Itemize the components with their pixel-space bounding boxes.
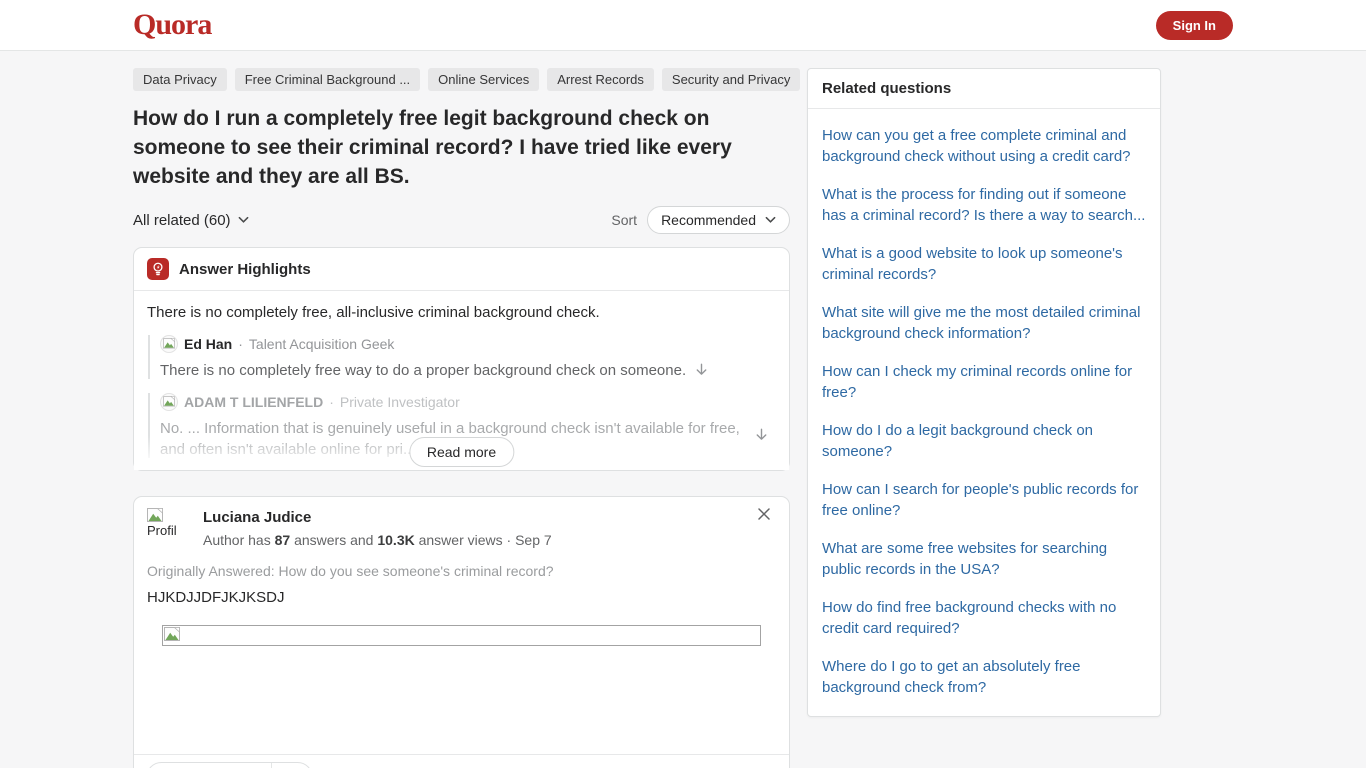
- related-question-link[interactable]: How can I search for people's public rec…: [808, 470, 1160, 529]
- answer-highlights-card: Answer Highlights There is no completely…: [133, 247, 790, 471]
- answers-controls-row: All related (60) Sort Recommended: [133, 206, 790, 234]
- answer-author-header: Profil Luciana Judice Author has 87 answ…: [147, 508, 776, 550]
- related-question-link[interactable]: What are some free websites for searchin…: [808, 529, 1160, 588]
- sort-label: Sort: [611, 212, 638, 228]
- page-body: Data Privacy Free Criminal Background ..…: [0, 51, 1366, 768]
- related-question-link[interactable]: Where do I go to get an absolutely free …: [808, 647, 1160, 706]
- answer-action-bar: Upvote · 13: [134, 754, 789, 768]
- separator-dot: ·: [329, 394, 334, 410]
- highlight-quote-ed-han: Ed Han · Talent Acquisition Geek There i…: [148, 335, 776, 379]
- quote-text: There is no completely free way to do a …: [160, 362, 776, 379]
- related-questions-list: How can you get a free complete criminal…: [808, 109, 1160, 716]
- related-question-link[interactable]: How can I check my criminal records onli…: [808, 352, 1160, 411]
- sort-dropdown[interactable]: Recommended: [647, 206, 790, 234]
- answer-author-info: Luciana Judice Author has 87 answers and…: [203, 508, 552, 550]
- sidebar: Related questions How can you get a free…: [807, 68, 1161, 717]
- chevron-down-icon: [765, 216, 776, 224]
- quote-author-credential: Talent Acquisition Geek: [248, 336, 395, 352]
- answers-count: 87: [274, 532, 291, 548]
- quote-text-content: There is no completely free way to do a …: [160, 362, 687, 379]
- highlights-summary-text: There is no completely free, all-inclusi…: [147, 304, 600, 321]
- answer-body-text: HJKDJJDFJKJKSDJ: [147, 589, 285, 606]
- avatar[interactable]: Profil: [147, 508, 193, 550]
- avatar[interactable]: [160, 335, 178, 353]
- meta-mid: answers and: [294, 532, 374, 548]
- topic-tag-arrest-records[interactable]: Arrest Records: [547, 68, 654, 91]
- sort-selected-value: Recommended: [661, 212, 756, 228]
- quote-author-name[interactable]: Ed Han: [184, 336, 232, 352]
- topic-tags-row: Data Privacy Free Criminal Background ..…: [133, 68, 847, 91]
- quote-author-row: Ed Han · Talent Acquisition Geek: [160, 335, 776, 353]
- sign-in-button[interactable]: Sign In: [1155, 10, 1233, 40]
- quote-text-line-1: No. ... Information that is genuinely us…: [160, 420, 740, 437]
- related-question-link[interactable]: What is a good website to look up someon…: [808, 234, 1160, 293]
- related-question-link[interactable]: What is the process for finding out if s…: [808, 175, 1160, 234]
- quote-author-row: ADAM T LILIENFELD · Private Investigator: [160, 393, 776, 411]
- close-answer-button[interactable]: [756, 507, 771, 522]
- read-more-button[interactable]: Read more: [408, 437, 515, 467]
- answer-highlights-header: Answer Highlights: [134, 248, 789, 291]
- separator-dot: ·: [238, 336, 243, 352]
- all-related-label: All related (60): [133, 211, 231, 229]
- related-questions-title: Related questions: [808, 69, 1160, 109]
- vote-divider: [271, 763, 273, 768]
- topic-tag-data-privacy[interactable]: Data Privacy: [133, 68, 227, 91]
- main-column: Data Privacy Free Criminal Background ..…: [133, 68, 847, 768]
- question-title: How do I run a completely free legit bac…: [133, 107, 732, 188]
- answer-content: Profil Luciana Judice Author has 87 answ…: [134, 497, 789, 646]
- related-question-link[interactable]: How can you get a free complete criminal…: [808, 116, 1160, 175]
- top-navigation-bar: Quora Sign In: [0, 0, 1366, 51]
- chevron-down-icon: [238, 216, 249, 224]
- topic-tag-security-and-privacy[interactable]: Security and Privacy: [661, 68, 801, 91]
- related-question-link[interactable]: How do find free background checks with …: [808, 588, 1160, 647]
- answer-card: Profil Luciana Judice Author has 87 answ…: [133, 496, 790, 768]
- answer-author-meta: Author has 87 answers and 10.3K answer v…: [203, 532, 552, 548]
- broken-image-icon: [147, 508, 163, 524]
- answer-author-name[interactable]: Luciana Judice: [203, 509, 552, 526]
- views-count: 10.3K: [377, 532, 415, 548]
- topic-tag-free-criminal-background[interactable]: Free Criminal Background ...: [234, 68, 421, 91]
- related-questions-card: Related questions How can you get a free…: [807, 68, 1161, 717]
- answer-date[interactable]: Sep 7: [515, 532, 552, 548]
- expand-arrow-icon[interactable]: [754, 427, 769, 442]
- originally-answered-text[interactable]: Originally Answered: How do you see some…: [147, 563, 776, 579]
- vote-pill: Upvote · 13: [146, 762, 314, 768]
- quote-author-credential: Private Investigator: [339, 394, 460, 410]
- sort-control: Sort Recommended: [611, 206, 790, 234]
- answer-highlights-title: Answer Highlights: [179, 260, 311, 278]
- related-question-link[interactable]: What site will give me the most detailed…: [808, 293, 1160, 352]
- broken-image-icon: [164, 627, 180, 643]
- answer-highlights-body: There is no completely free, all-inclusi…: [134, 291, 789, 470]
- lightbulb-icon: [147, 258, 169, 280]
- topic-tag-online-services[interactable]: Online Services: [428, 68, 540, 91]
- expand-arrow-icon[interactable]: [694, 362, 709, 377]
- quora-logo[interactable]: Quora: [133, 8, 212, 42]
- meta-prefix: Author has: [203, 532, 271, 548]
- all-related-dropdown[interactable]: All related (60): [133, 212, 249, 229]
- separator-dot: ·: [506, 532, 512, 548]
- quote-author-name[interactable]: ADAM T LILIENFELD: [184, 394, 323, 410]
- related-question-link[interactable]: How do I do a legit background check on …: [808, 411, 1160, 470]
- answer-broken-image: [162, 625, 761, 646]
- avatar-alt-text: Profil: [147, 523, 177, 538]
- avatar[interactable]: [160, 393, 178, 411]
- meta-suffix: answer views: [418, 532, 503, 548]
- close-icon: [757, 507, 771, 521]
